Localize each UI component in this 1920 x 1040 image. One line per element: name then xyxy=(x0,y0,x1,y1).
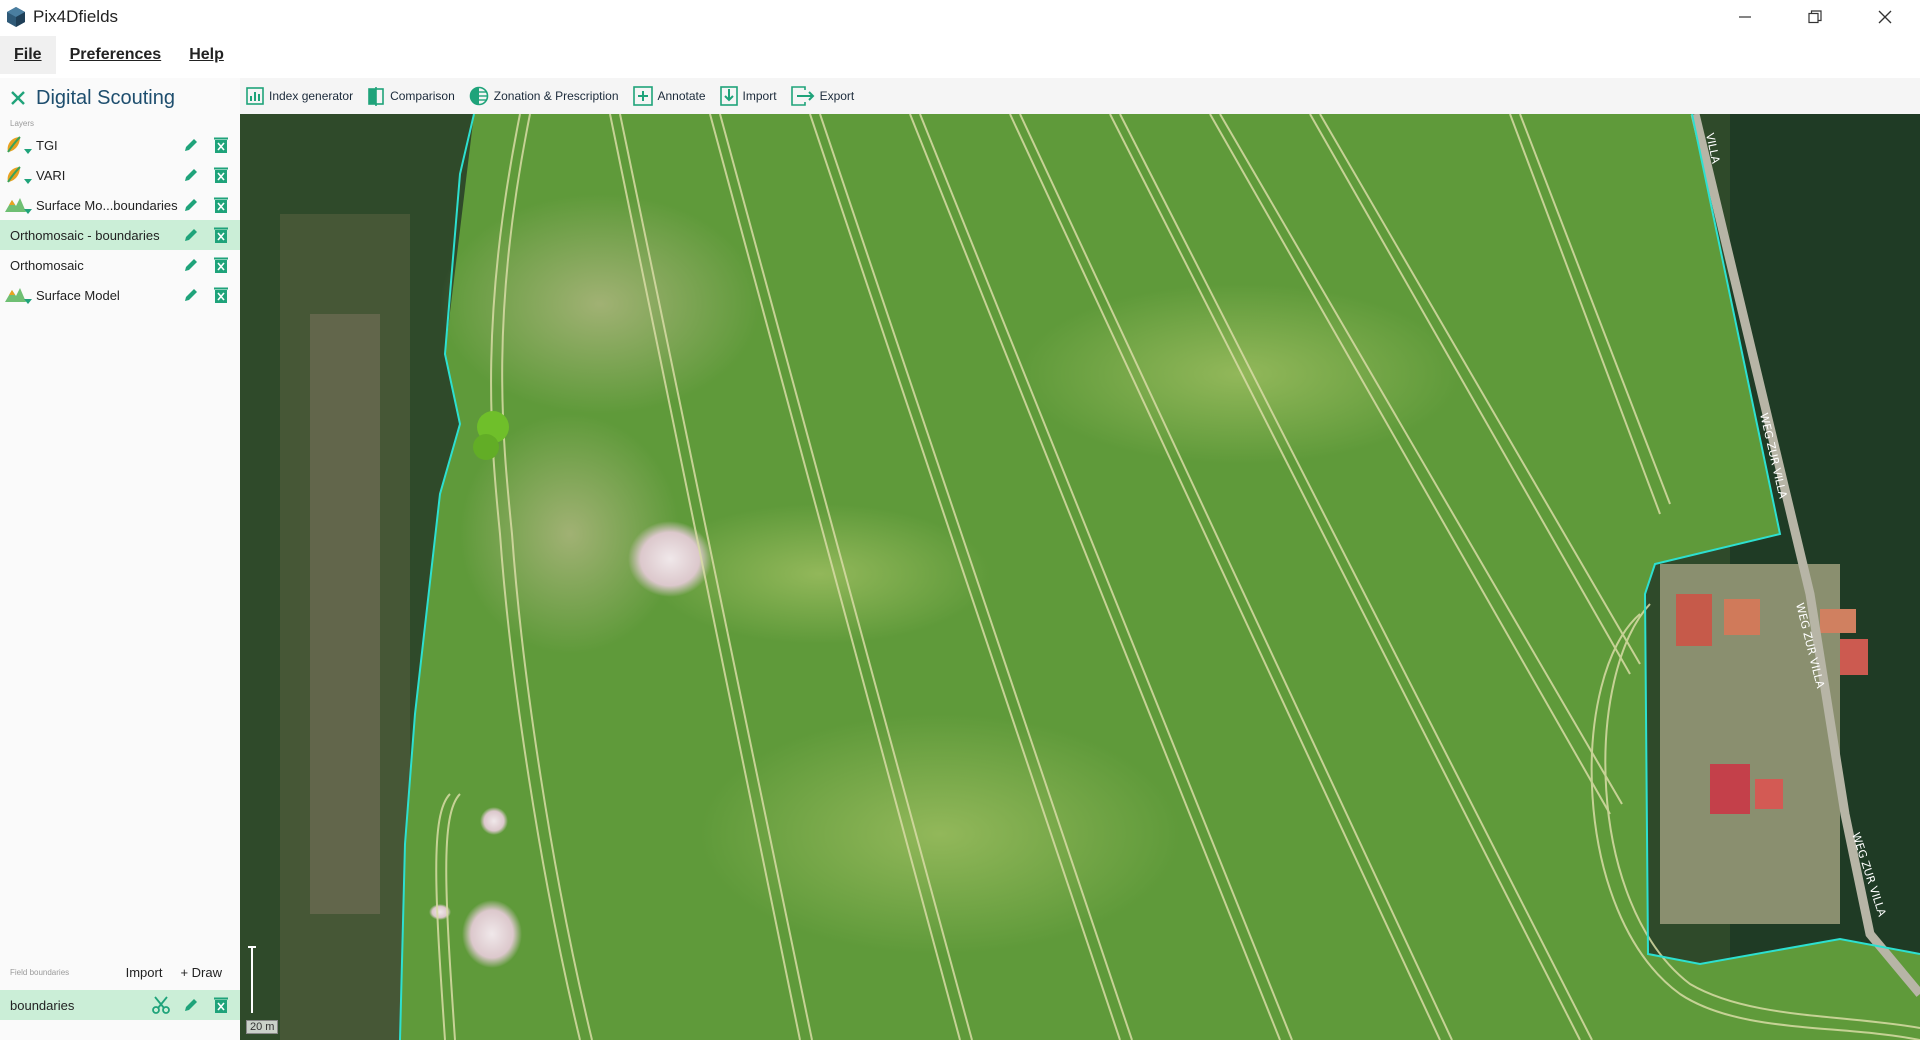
edit-pencil-icon[interactable] xyxy=(180,224,202,246)
orthomosaic-map[interactable]: VILLA WEG ZUR VILLA WEG ZUR VILLA WEG ZU… xyxy=(240,114,1920,1040)
delete-trash-icon[interactable] xyxy=(210,164,232,186)
app-title: Pix4Dfields xyxy=(33,7,119,26)
annotate-button[interactable]: Annotate xyxy=(632,86,706,106)
app-logo-icon xyxy=(7,7,25,27)
export-button[interactable]: Export xyxy=(790,86,855,106)
close-icon xyxy=(1878,10,1892,24)
building-roof xyxy=(1820,609,1856,633)
close-window-button[interactable] xyxy=(1850,0,1920,34)
comparison-button[interactable]: Comparison xyxy=(367,86,455,106)
import-boundaries-button[interactable]: Import xyxy=(126,965,163,980)
layer-label: VARI xyxy=(36,167,66,183)
bare-soil-patch xyxy=(462,900,522,968)
tool-label: Index generator xyxy=(269,89,354,103)
restore-icon xyxy=(1808,10,1822,24)
layers-caption: Layers xyxy=(10,119,35,128)
edit-pencil-icon[interactable] xyxy=(180,194,202,216)
module-header: Digital Scouting xyxy=(0,78,240,118)
minimize-button[interactable] xyxy=(1710,0,1780,34)
delete-trash-icon[interactable] xyxy=(210,134,232,156)
comparison-icon xyxy=(368,87,384,106)
edit-pencil-icon[interactable] xyxy=(180,284,202,306)
pale-patch xyxy=(700,714,1180,954)
minimize-icon xyxy=(1739,16,1751,18)
layer-label: TGI xyxy=(36,137,58,153)
surface-model-icon xyxy=(4,283,36,307)
layer-label: Orthomosaic xyxy=(10,257,84,273)
layer-label: Orthomosaic - boundaries xyxy=(10,227,160,243)
zonation-prescription-button[interactable]: Zonation & Prescription xyxy=(469,86,619,106)
field-boundaries-section: Field boundaries Import + Draw xyxy=(0,958,240,986)
tool-label: Zonation & Prescription xyxy=(493,89,619,103)
building-roof xyxy=(1676,594,1712,646)
field-boundaries-header: Field boundaries Import + Draw xyxy=(0,958,240,986)
layer-row-orthomosaic-boundaries[interactable]: Orthomosaic - boundaries xyxy=(0,220,240,250)
tool-label: Import xyxy=(742,89,777,103)
sidebar: Digital Scouting Layers TGI VARI Surface… xyxy=(0,78,240,1040)
layer-row-orthomosaic[interactable]: Orthomosaic xyxy=(0,250,240,280)
building-roof xyxy=(1840,639,1868,675)
building-roof xyxy=(1710,764,1750,814)
menu-help[interactable]: Help xyxy=(175,36,238,74)
window-controls xyxy=(1710,0,1920,34)
scale-bar: 20 m xyxy=(246,945,279,1034)
delete-trash-icon[interactable] xyxy=(210,284,232,306)
bare-soil-patch xyxy=(628,521,712,597)
tree xyxy=(473,434,499,460)
layer-row-vari[interactable]: VARI xyxy=(0,160,240,190)
tool-label: Annotate xyxy=(657,89,706,103)
restore-button[interactable] xyxy=(1780,0,1850,34)
annotate-plus-icon xyxy=(632,86,653,106)
building-roof xyxy=(1755,779,1783,809)
layer-label: Surface Mo...boundaries xyxy=(36,197,178,213)
title-bar: Pix4Dfields xyxy=(0,0,1920,34)
edit-pencil-icon[interactable] xyxy=(180,134,202,156)
draw-boundary-button[interactable]: + Draw xyxy=(180,965,222,980)
layer-row-tgi[interactable]: TGI xyxy=(0,130,240,160)
edit-pencil-icon[interactable] xyxy=(180,164,202,186)
pale-patch xyxy=(440,194,760,414)
scale-line xyxy=(248,946,256,1013)
import-button[interactable]: Import xyxy=(719,86,777,106)
building-roof xyxy=(1724,599,1760,635)
layer-label: Surface Model xyxy=(36,287,120,303)
scale-label: 20 m xyxy=(246,1020,279,1034)
scissors-icon[interactable] xyxy=(150,994,172,1016)
delete-trash-icon[interactable] xyxy=(210,224,232,246)
index-leaf-icon xyxy=(4,163,36,187)
tool-label: Export xyxy=(819,89,855,103)
menu-bar: File Preferences Help xyxy=(0,36,238,74)
export-icon xyxy=(790,86,814,106)
index-chart-icon xyxy=(246,87,264,105)
menu-file[interactable]: File xyxy=(0,36,56,74)
boundary-row[interactable]: boundaries xyxy=(0,990,240,1020)
edit-pencil-icon[interactable] xyxy=(180,254,202,276)
surface-model-icon xyxy=(4,193,36,217)
map-view[interactable]: VILLA WEG ZUR VILLA WEG ZUR VILLA WEG ZU… xyxy=(240,114,1920,1040)
layer-row-surface-model[interactable]: Surface Model xyxy=(0,280,240,310)
field-boundaries-caption: Field boundaries xyxy=(10,967,70,977)
delete-trash-icon[interactable] xyxy=(210,994,232,1016)
menu-preferences[interactable]: Preferences xyxy=(56,36,176,74)
layer-row-surface-model-boundaries[interactable]: Surface Mo...boundaries xyxy=(0,190,240,220)
import-icon xyxy=(719,86,738,106)
delete-trash-icon[interactable] xyxy=(210,254,232,276)
close-module-icon[interactable] xyxy=(10,90,26,106)
delete-trash-icon[interactable] xyxy=(210,194,232,216)
index-leaf-icon xyxy=(4,133,36,157)
tool-label: Comparison xyxy=(390,89,455,103)
bare-soil-patch xyxy=(480,807,508,835)
module-title: Digital Scouting xyxy=(36,86,175,109)
zonation-icon xyxy=(469,86,489,106)
forest-path xyxy=(310,314,380,914)
edit-pencil-icon[interactable] xyxy=(180,994,202,1016)
boundary-label: boundaries xyxy=(10,997,75,1013)
toolbar: Index generator Comparison Zonation & Pr… xyxy=(240,78,1920,114)
index-generator-button[interactable]: Index generator xyxy=(246,87,353,105)
